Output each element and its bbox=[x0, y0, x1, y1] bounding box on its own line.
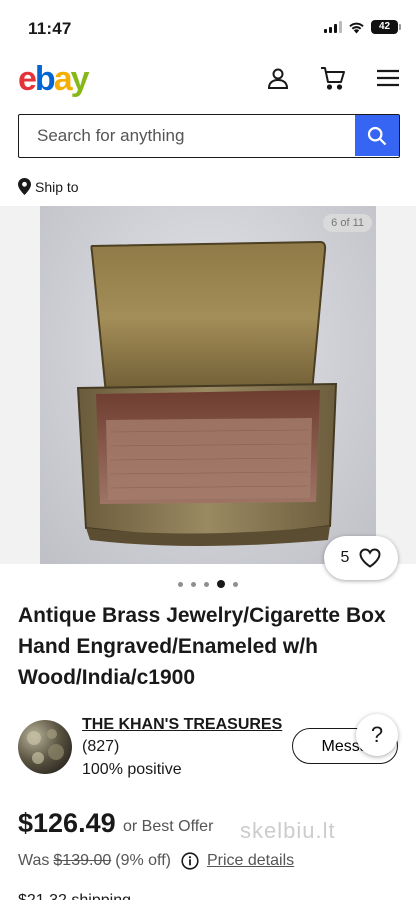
help-button[interactable]: ? bbox=[356, 714, 398, 756]
location-pin-icon bbox=[18, 178, 31, 195]
heart-icon bbox=[359, 548, 381, 568]
was-label: Was bbox=[18, 852, 50, 869]
wifi-icon bbox=[349, 22, 364, 33]
best-offer-label: or Best Offer bbox=[123, 818, 214, 835]
pagination-dot[interactable] bbox=[233, 581, 238, 587]
gallery-pagination bbox=[0, 580, 416, 588]
pagination-dot[interactable] bbox=[191, 581, 196, 587]
seller-positive-rating: 100% positive bbox=[82, 761, 182, 778]
pagination-dot[interactable] bbox=[204, 581, 209, 587]
brass-box-image bbox=[76, 240, 338, 546]
image-counter: 6 of 11 bbox=[323, 214, 372, 232]
discount-badge: (9% off) bbox=[115, 852, 171, 869]
watch-count: 5 bbox=[340, 549, 350, 566]
search-button[interactable] bbox=[355, 115, 399, 156]
cart-icon[interactable] bbox=[319, 64, 347, 92]
info-icon[interactable] bbox=[181, 852, 199, 870]
search-input[interactable] bbox=[19, 115, 355, 157]
current-price: $126.49 bbox=[18, 808, 116, 838]
image-gallery[interactable]: 6 of 11 5 bbox=[0, 206, 416, 580]
app-header: ebay bbox=[0, 56, 416, 102]
seller-avatar[interactable] bbox=[18, 720, 72, 774]
search-icon bbox=[367, 126, 387, 145]
status-bar: 11:47 42 bbox=[0, 0, 416, 52]
listing-title: Antique Brass Jewelry/Cigarette Box Hand… bbox=[18, 604, 386, 689]
watch-button[interactable]: 5 bbox=[324, 536, 398, 580]
watermark: skelbiu.lt bbox=[240, 818, 336, 843]
was-price: $139.00 bbox=[53, 852, 112, 869]
status-time: 11:47 bbox=[28, 19, 72, 38]
user-icon[interactable] bbox=[264, 64, 292, 92]
pagination-dot-active[interactable] bbox=[217, 580, 225, 588]
status-icons: 42 bbox=[324, 20, 401, 34]
was-price-row: Was $139.00 (9% off) Price details bbox=[18, 852, 294, 870]
seller-name-link[interactable]: THE KHAN'S TREASURES bbox=[82, 716, 282, 734]
menu-icon[interactable] bbox=[374, 64, 402, 92]
price-details-link[interactable]: Price details bbox=[207, 852, 294, 870]
seller-card: THE KHAN'S TREASURES (827) 100% positive… bbox=[18, 714, 400, 784]
ship-to-link[interactable]: Ship to bbox=[18, 178, 79, 195]
seller-feedback-count: (827) bbox=[82, 738, 120, 755]
ship-to-label: Ship to bbox=[35, 178, 79, 195]
shipping-cost: $21.32 shipping bbox=[18, 892, 131, 900]
pagination-dot[interactable] bbox=[178, 581, 183, 587]
battery-indicator: 42 bbox=[371, 20, 401, 34]
signal-icon bbox=[324, 21, 342, 33]
search-bar bbox=[18, 114, 400, 158]
ebay-logo[interactable]: ebay bbox=[18, 60, 90, 98]
product-photo[interactable]: 6 of 11 bbox=[40, 206, 376, 564]
